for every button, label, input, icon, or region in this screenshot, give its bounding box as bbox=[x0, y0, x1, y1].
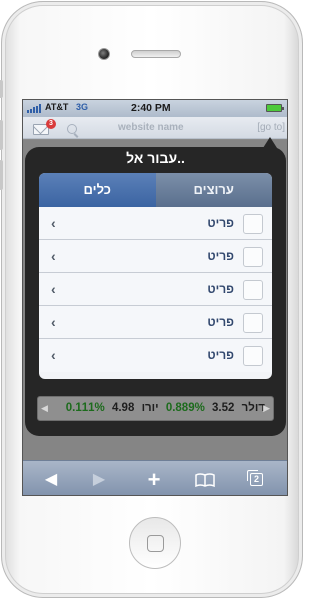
popover-title: ..עבור אל bbox=[126, 150, 185, 166]
euro-change: 0.111% bbox=[65, 402, 105, 414]
front-camera bbox=[98, 48, 110, 60]
site-header: 3 website name [go to] bbox=[23, 117, 287, 139]
item-checkbox[interactable] bbox=[243, 247, 263, 267]
network-label: 3G bbox=[76, 102, 89, 112]
currency-ticker: ◀ דולר 3.52 0.889% יורו 4.98 0.111% ▶ bbox=[37, 396, 274, 421]
carrier-label: AT&T bbox=[45, 102, 69, 112]
item-checkbox[interactable] bbox=[243, 346, 263, 366]
item-checkbox[interactable] bbox=[243, 280, 263, 300]
goto-button[interactable]: [go to] bbox=[257, 122, 285, 133]
list-item-label: פריט bbox=[207, 348, 234, 362]
signal-icon bbox=[27, 104, 41, 113]
add-button[interactable]: + bbox=[134, 461, 174, 495]
ticker-text: דולר 3.52 0.889% יורו 4.98 0.111% bbox=[48, 402, 265, 414]
search-icon[interactable] bbox=[67, 124, 77, 134]
screen: AT&T 3G 2:40 PM 3 website name [go to] .… bbox=[22, 99, 288, 496]
volume-up-button bbox=[0, 120, 3, 150]
item-checkbox[interactable] bbox=[243, 214, 263, 234]
chevron-left-icon: ‹ bbox=[51, 281, 56, 297]
battery-icon bbox=[266, 104, 284, 112]
home-square-icon bbox=[147, 535, 164, 552]
list-item-label: פריט bbox=[207, 282, 234, 296]
pages-icon: 2 bbox=[247, 470, 263, 486]
pages-button[interactable]: 2 bbox=[236, 461, 276, 495]
list-item-label: פריט bbox=[207, 216, 234, 230]
bookmarks-button[interactable] bbox=[185, 461, 225, 495]
item-list: ‹ פריט ‹ פריט ‹ פריט ‹ פריט ‹ פריט bbox=[39, 207, 272, 372]
browser-toolbar: ◀ ▶ + 2 bbox=[23, 460, 287, 495]
ticker-prev-icon[interactable]: ◀ bbox=[41, 403, 48, 414]
site-name: website name bbox=[118, 122, 184, 133]
bookmarks-icon bbox=[195, 473, 215, 488]
volume-down-button bbox=[0, 160, 3, 190]
home-button[interactable] bbox=[129, 517, 181, 569]
status-time: 2:40 PM bbox=[131, 102, 171, 114]
chevron-left-icon: ‹ bbox=[51, 314, 56, 330]
tab-bar: כלים ערוצים bbox=[39, 173, 272, 207]
status-bar: AT&T 3G 2:40 PM bbox=[23, 100, 287, 117]
list-item[interactable]: ‹ פריט bbox=[39, 339, 272, 372]
popover-panel: כלים ערוצים ‹ פריט ‹ פריט ‹ פריט ‹ פריט … bbox=[39, 173, 272, 379]
item-checkbox[interactable] bbox=[243, 313, 263, 333]
list-item[interactable]: ‹ פריט bbox=[39, 240, 272, 273]
mute-switch bbox=[0, 80, 3, 98]
euro-label: יורו bbox=[141, 402, 159, 414]
ticker-next-icon[interactable]: ▶ bbox=[263, 403, 270, 414]
dollar-change: 0.889% bbox=[165, 402, 205, 414]
list-item[interactable]: ‹ פריט bbox=[39, 273, 272, 306]
euro-value: 4.98 bbox=[111, 402, 135, 414]
list-item[interactable]: ‹ פריט bbox=[39, 306, 272, 339]
list-item[interactable]: ‹ פריט bbox=[39, 207, 272, 240]
tab-tools[interactable]: כלים bbox=[39, 173, 156, 207]
list-item-label: פריט bbox=[207, 315, 234, 329]
chevron-left-icon: ‹ bbox=[51, 347, 56, 363]
dollar-value: 3.52 bbox=[212, 402, 235, 414]
goto-popover: ..עבור אל כלים ערוצים ‹ פריט ‹ פריט ‹ פר… bbox=[25, 147, 286, 436]
list-item-label: פריט bbox=[207, 249, 234, 263]
tab-channels[interactable]: ערוצים bbox=[155, 173, 272, 207]
mail-badge: 3 bbox=[46, 119, 56, 129]
chevron-left-icon: ‹ bbox=[51, 215, 56, 231]
dollar-label: דולר bbox=[241, 402, 265, 414]
back-button[interactable]: ◀ bbox=[31, 461, 71, 495]
forward-button[interactable]: ▶ bbox=[79, 461, 119, 495]
earpiece-speaker bbox=[131, 50, 181, 58]
chevron-left-icon: ‹ bbox=[51, 248, 56, 264]
